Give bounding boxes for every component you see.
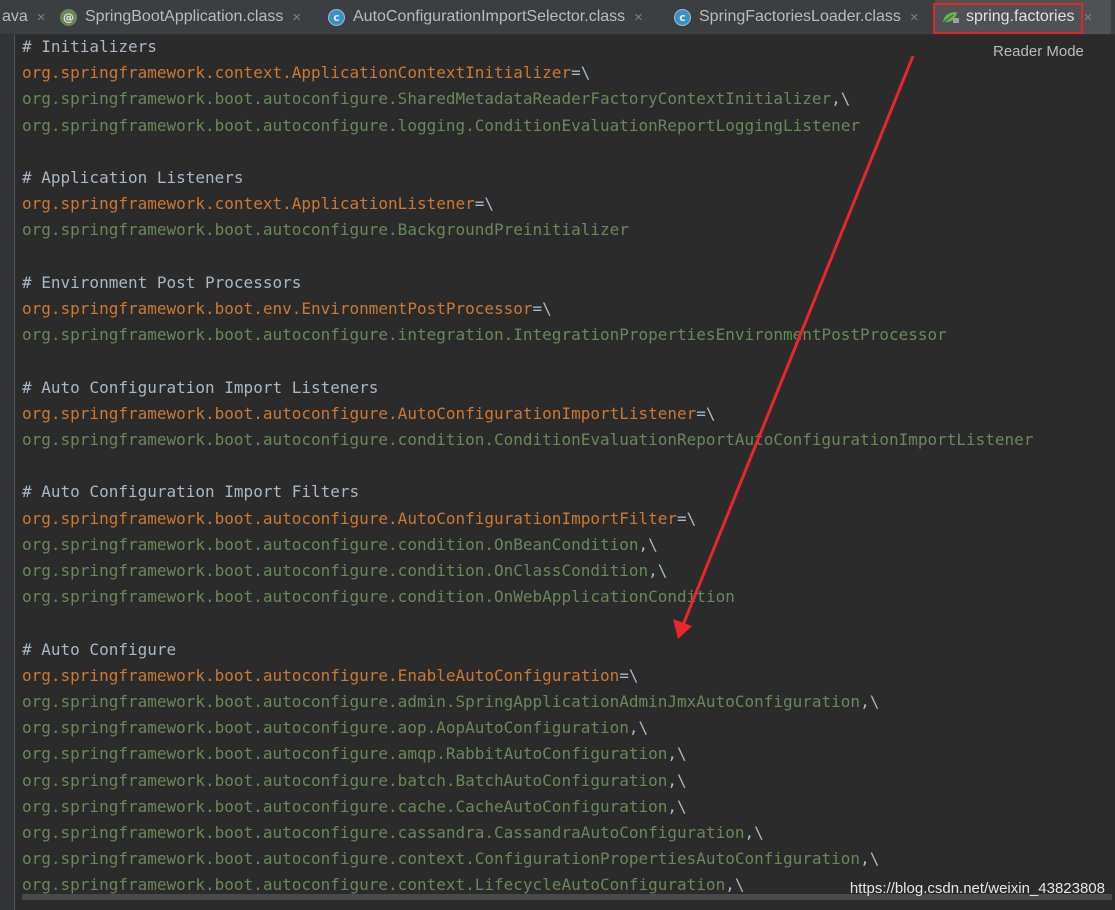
code-text: org.springframework.boot.autoconfigure.a… [22, 718, 629, 738]
tab-label: SpringBootApplication.class [85, 8, 284, 25]
line-continuation: =\ [532, 299, 552, 318]
tab-label: SpringFactoriesLoader.class [699, 8, 901, 25]
tab-label: ava [2, 8, 28, 25]
line-continuation: ,\ [831, 89, 851, 109]
line-continuation: ,\ [667, 744, 687, 764]
code-text: org.springframework.boot.autoconfigure.b… [22, 770, 668, 790]
line-continuation: =\ [571, 63, 591, 83]
tab-springfactoriesloader-class[interactable]: c SpringFactoriesLoader.class × [674, 0, 930, 34]
close-icon[interactable]: × [37, 9, 46, 26]
class-icon: c [674, 8, 691, 26]
property-value-line: org.springframework.boot.autoconfigure.b… [22, 770, 687, 792]
code-text: org.springframework.boot.autoconfigure.c… [22, 534, 639, 554]
property-value-line: org.springframework.boot.autoconfigure.c… [22, 560, 667, 582]
tab-label: AutoConfigurationImportSelector.class [353, 8, 626, 25]
code-text: org.springframework.context.ApplicationC… [22, 63, 572, 83]
code-text: org.springframework.boot.autoconfigure.S… [22, 89, 832, 109]
close-icon[interactable]: × [910, 9, 919, 26]
code-text: org.springframework.boot.autoconfigure.A… [22, 508, 678, 528]
code-text: org.springframework.boot.env.Environment… [22, 299, 533, 318]
line-continuation: ,\ [744, 823, 764, 842]
tab-java-file[interactable]: ava × [0, 0, 48, 34]
property-key-line: org.springframework.context.ApplicationL… [22, 193, 494, 215]
property-value-line: org.springframework.boot.autoconfigure.c… [22, 586, 735, 608]
code-text: org.springframework.boot.autoconfigure.A… [22, 403, 697, 423]
code-text: org.springframework.boot.autoconfigure.c… [22, 587, 735, 607]
property-value-line: org.springframework.boot.autoconfigure.c… [22, 796, 687, 818]
property-key-line: org.springframework.boot.env.Environment… [22, 298, 552, 320]
line-continuation: ,\ [667, 796, 687, 816]
code-text: # Initializers [22, 37, 157, 56]
code-text: org.springframework.boot.autoconfigure.c… [22, 561, 649, 580]
property-key-line: org.springframework.boot.autoconfigure.A… [22, 403, 716, 425]
property-value-line: org.springframework.boot.autoconfigure.c… [22, 429, 1033, 451]
code-text: org.springframework.boot.autoconfigure.l… [22, 115, 861, 135]
property-value-line: org.springframework.boot.autoconfigure.i… [22, 324, 947, 346]
comment-line: # Environment Post Processors [22, 272, 301, 294]
code-text: org.springframework.boot.autoconfigure.a… [22, 744, 668, 764]
property-value-line: org.springframework.boot.autoconfigure.c… [22, 822, 764, 844]
tab-spring-factories[interactable]: spring.factories × [935, 0, 1111, 34]
code-text: org.springframework.boot.autoconfigure.a… [22, 692, 861, 711]
editor-gutter [0, 35, 15, 910]
tab-autoconfigurationimportselector-class[interactable]: c AutoConfigurationImportSelector.class … [328, 0, 664, 34]
comment-line: # Auto Configuration Import Listeners [22, 377, 378, 399]
code-text: org.springframework.boot.autoconfigure.B… [22, 220, 629, 240]
close-icon[interactable]: × [292, 9, 301, 26]
property-value-line: org.springframework.boot.autoconfigure.S… [22, 88, 850, 110]
code-text: org.springframework.boot.autoconfigure.c… [22, 849, 861, 869]
code-text: org.springframework.context.ApplicationL… [22, 194, 475, 214]
comment-line: # Auto Configure [22, 639, 176, 661]
property-value-line: org.springframework.boot.autoconfigure.a… [22, 717, 648, 739]
property-value-line: org.springframework.boot.autoconfigure.a… [22, 743, 687, 765]
watermark-text: https://blog.csdn.net/weixin_43823808 [849, 880, 1105, 897]
code-text: org.springframework.boot.autoconfigure.c… [22, 823, 745, 842]
code-editor[interactable]: # Initializers org.springframework.contex… [22, 35, 1107, 901]
comment-line: # Application Listeners [22, 167, 244, 189]
code-text: # Environment Post Processors [22, 272, 302, 292]
line-continuation: ,\ [648, 561, 668, 580]
spring-leaf-icon [943, 12, 959, 23]
line-continuation: ,\ [628, 718, 649, 738]
code-text: # Auto Configure [22, 639, 177, 659]
code-text: org.springframework.boot.autoconfigure.i… [22, 325, 947, 345]
line-continuation: =\ [696, 403, 716, 423]
line-continuation: =\ [474, 194, 495, 214]
property-value-line: org.springframework.boot.autoconfigure.c… [22, 848, 879, 870]
close-icon[interactable]: × [634, 9, 643, 26]
line-continuation: ,\ [638, 534, 658, 554]
property-key-line: org.springframework.context.ApplicationC… [22, 62, 590, 84]
code-text: # Auto Configuration Import Listeners [22, 377, 379, 397]
code-text: org.springframework.boot.autoconfigure.E… [22, 665, 620, 685]
tab-label: spring.factories [966, 8, 1075, 25]
property-key-line: org.springframework.boot.autoconfigure.E… [22, 665, 639, 687]
code-text: org.springframework.boot.autoconfigure.c… [22, 430, 1034, 449]
property-value-line: org.springframework.boot.autoconfigure.c… [22, 534, 658, 556]
line-continuation: ,\ [725, 875, 745, 895]
line-continuation: ,\ [860, 692, 880, 711]
close-icon[interactable]: × [1084, 9, 1093, 26]
code-text: # Auto Configuration Import Filters [22, 482, 360, 502]
line-continuation: ,\ [667, 770, 687, 790]
code-text: # Application Listeners [22, 168, 244, 187]
class-icon: c [328, 8, 345, 26]
property-key-line: org.springframework.boot.autoconfigure.A… [22, 508, 696, 530]
tab-springbootapplication-class[interactable]: @ SpringBootApplication.class × [60, 0, 318, 34]
code-text: org.springframework.boot.autoconfigure.c… [22, 796, 668, 816]
code-text: org.springframework.boot.autoconfigure.c… [22, 875, 726, 895]
property-value-line: org.springframework.boot.autoconfigure.a… [22, 691, 879, 713]
editor-tab-bar: ava × @ SpringBootApplication.class × c … [0, 0, 1115, 35]
property-value-line: org.springframework.boot.autoconfigure.B… [22, 219, 629, 241]
annotation-icon: @ [60, 8, 77, 26]
comment-line: # Auto Configuration Import Filters [22, 481, 359, 503]
reader-mode-button[interactable]: Reader Mode [993, 43, 1084, 60]
line-continuation: =\ [619, 665, 639, 685]
comment-line: # Initializers [22, 36, 157, 58]
line-continuation: =\ [677, 508, 697, 528]
property-value-line: org.springframework.boot.autoconfigure.l… [22, 115, 860, 137]
line-continuation: ,\ [860, 849, 880, 869]
